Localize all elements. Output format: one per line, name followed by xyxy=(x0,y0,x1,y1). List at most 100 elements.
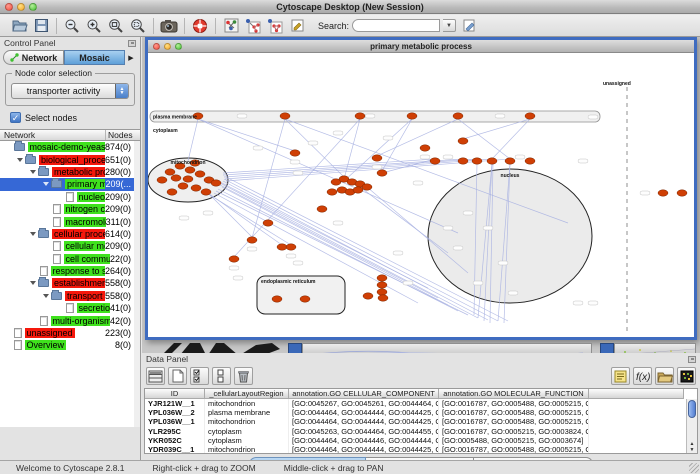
float-panel-icon[interactable] xyxy=(128,40,136,47)
expand-arrow-icon[interactable] xyxy=(43,182,49,186)
select-nodes-checkbox[interactable]: ✓ xyxy=(10,112,21,123)
graph-node[interactable] xyxy=(353,187,363,193)
save-icon[interactable] xyxy=(31,17,51,35)
table-cell[interactable]: mitochondrion xyxy=(205,399,289,408)
table-cell[interactable]: [GO:0016787, GO:0005215, GO:0003824, G..… xyxy=(439,427,589,436)
table-row[interactable]: YLR295Ccytoplasm[GO:0045263, GO:0044464,… xyxy=(145,427,697,436)
tab-network[interactable]: Network xyxy=(3,50,64,65)
table-cell[interactable]: mitochondrion xyxy=(205,417,289,426)
background-window-strip-2[interactable] xyxy=(614,343,696,353)
snapshot-icon[interactable] xyxy=(159,17,179,35)
tab-mosaic[interactable]: Mosaic xyxy=(64,50,125,65)
search-dropdown-button[interactable]: ▼ xyxy=(443,19,456,32)
table-cell[interactable]: YPL036W__1 xyxy=(145,417,205,426)
scrollbar-arrows[interactable]: ▲▼ xyxy=(687,441,697,453)
graph-node[interactable] xyxy=(525,158,535,164)
import-attributes-icon[interactable] xyxy=(655,367,674,385)
graph-node[interactable] xyxy=(377,275,387,281)
graph-node[interactable] xyxy=(277,244,287,250)
zoom-selected-icon[interactable] xyxy=(128,17,148,35)
zoom-out-icon[interactable] xyxy=(62,17,82,35)
tree-item-establishment-of-lo[interactable]: establishment of lo558(0) xyxy=(0,277,134,289)
table-cell[interactable]: cytoplasm xyxy=(205,436,289,445)
unselect-all-attributes-icon[interactable] xyxy=(212,367,231,385)
tree-item-multi-organism-pro[interactable]: multi-organism pro42(0) xyxy=(0,314,134,326)
graph-node[interactable] xyxy=(290,150,300,156)
expand-arrow-icon[interactable] xyxy=(17,158,23,162)
column-header-empty[interactable] xyxy=(589,389,684,399)
table-cell[interactable]: YJR121W__1 xyxy=(145,399,205,408)
table-cell[interactable]: [GO:0016787, GO:0005488, GO:0005215, G..… xyxy=(439,408,589,417)
table-cell[interactable]: mitochondrion xyxy=(205,445,289,453)
column-header-annotation.GO MOLECULAR_FUNCTION[interactable]: annotation.GO MOLECULAR_FUNCTION xyxy=(439,389,589,399)
graph-node[interactable] xyxy=(458,138,468,144)
graph-node[interactable] xyxy=(362,184,372,190)
table-cell[interactable]: [GO:0044464, GO:0044444, GO:0044425, G..… xyxy=(289,417,439,426)
table-cell[interactable]: [GO:0016787, GO:0005488, GO:0005215, G..… xyxy=(439,417,589,426)
table-cell[interactable]: [GO:0005488, GO:0005215, GO:0003674] xyxy=(439,436,589,445)
network-view-titlebar[interactable]: primary metabolic process xyxy=(148,40,694,53)
graph-node[interactable] xyxy=(453,113,463,119)
graph-node[interactable] xyxy=(377,289,387,295)
data-panel-float-icon[interactable] xyxy=(688,356,696,363)
background-window-corner[interactable] xyxy=(288,343,302,353)
table-cell[interactable]: [GO:0045263, GO:0044464, GO:0044455, G..… xyxy=(289,427,439,436)
matrix-icon[interactable] xyxy=(677,367,696,385)
graph-node[interactable] xyxy=(272,296,282,302)
graph-node[interactable] xyxy=(167,189,177,195)
table-row[interactable]: YPL036W__1mitochondrion[GO:0044464, GO:0… xyxy=(145,417,697,426)
graph-node[interactable] xyxy=(201,189,211,195)
table-cell[interactable]: YLR295C xyxy=(145,427,205,436)
table-cell[interactable]: cytoplasm xyxy=(205,427,289,436)
expand-arrow-icon[interactable] xyxy=(43,294,49,298)
graph-node[interactable] xyxy=(458,158,468,164)
tree-header-network[interactable]: Network xyxy=(0,130,106,140)
expand-arrow-icon[interactable] xyxy=(30,232,36,236)
graph-node[interactable] xyxy=(420,145,430,151)
tree-item-unassigned[interactable]: unassigned223(0) xyxy=(0,327,134,339)
tree-item-biological-process[interactable]: biological_process651(0) xyxy=(0,153,134,165)
graph-node[interactable] xyxy=(505,158,515,164)
tree-item-primary-metabo[interactable]: primary metabo209(... xyxy=(0,178,134,190)
table-cell[interactable]: YDR039C__1 xyxy=(145,445,205,453)
network-canvas[interactable]: plasma membrane cytoplasm mitochondrion … xyxy=(148,53,694,337)
graph-node[interactable] xyxy=(183,176,193,182)
tree-item-metabolic-process[interactable]: metabolic process280(0) xyxy=(0,166,134,178)
tab-overflow-arrow[interactable]: ▶ xyxy=(125,54,137,62)
search-options-icon[interactable] xyxy=(459,17,479,35)
graph-edge[interactable] xyxy=(188,119,198,161)
graph-node[interactable] xyxy=(185,167,195,173)
resize-grip[interactable] xyxy=(689,463,699,473)
zoom-in-icon[interactable] xyxy=(84,17,104,35)
background-window-strip[interactable] xyxy=(302,343,592,353)
create-attribute-icon[interactable] xyxy=(168,367,187,385)
table-scrollbar[interactable]: ▲▼ xyxy=(686,399,697,453)
select-all-attributes-icon[interactable] xyxy=(190,367,209,385)
graph-edge[interactable] xyxy=(225,159,492,179)
tree-item-secretion[interactable]: secretion41(0) xyxy=(0,302,134,314)
graph-node[interactable] xyxy=(165,169,175,175)
zoom-fit-icon[interactable] xyxy=(106,17,126,35)
tree-item-cellular-metabo[interactable]: cellular metabo209(0) xyxy=(0,240,134,252)
label-icon[interactable] xyxy=(611,367,630,385)
graph-node[interactable] xyxy=(525,113,535,119)
graph-node[interactable] xyxy=(355,113,365,119)
tree-item-cellular-process[interactable]: cellular process614(0) xyxy=(0,228,134,240)
table-cell[interactable]: [GO:0044464, GO:0044444, GO:0044425, G..… xyxy=(289,445,439,453)
graph-node[interactable] xyxy=(377,170,387,176)
graph-node[interactable] xyxy=(191,185,201,191)
graph-node[interactable] xyxy=(157,177,167,183)
expand-arrow-icon[interactable] xyxy=(30,170,36,174)
tree-item-cell-communicat[interactable]: cell communicat22(0) xyxy=(0,253,134,265)
network-view-window[interactable]: primary metabolic process xyxy=(145,37,697,340)
layout-b-icon[interactable] xyxy=(265,17,285,35)
graph-node[interactable] xyxy=(372,155,382,161)
background-window-corner-2[interactable] xyxy=(600,343,614,353)
layout-a-icon[interactable] xyxy=(243,17,263,35)
tree-item-nitrogen-compo[interactable]: nitrogen compo209(0) xyxy=(0,203,134,215)
graph-node[interactable] xyxy=(472,158,482,164)
table-cell[interactable]: [GO:0016787, GO:0005488, GO:0005215, G..… xyxy=(439,399,589,408)
search-input[interactable] xyxy=(352,19,440,32)
graph-node[interactable] xyxy=(317,206,327,212)
graph-node[interactable] xyxy=(280,113,290,119)
